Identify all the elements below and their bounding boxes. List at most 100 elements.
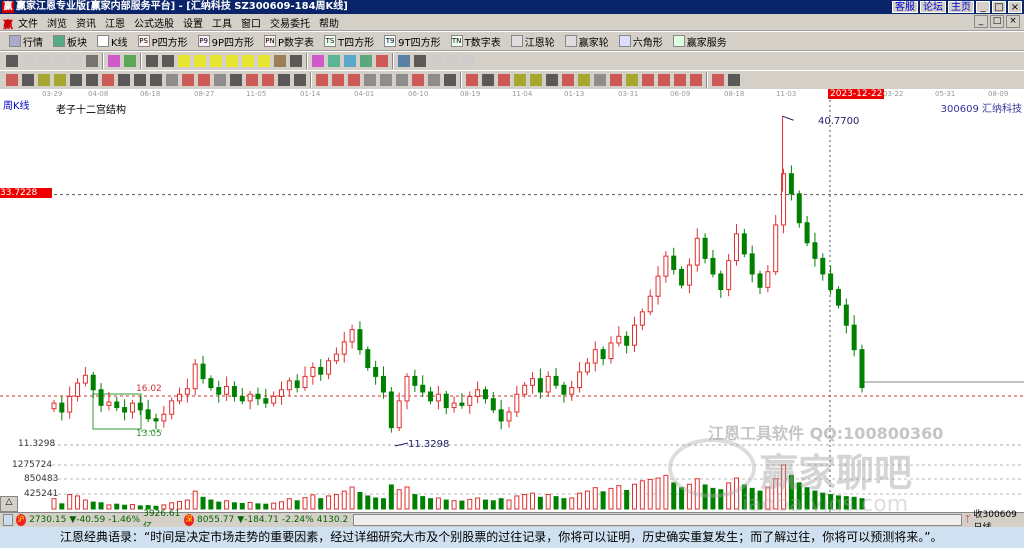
toggle-panel-button[interactable]: △ [0,496,18,512]
save-icon[interactable] [446,55,458,67]
angle-f-icon[interactable] [690,74,702,86]
n2-icon[interactable] [150,74,162,86]
square-icon[interactable] [214,74,226,86]
menu-news[interactable]: 资讯 [76,15,96,30]
menu-trade[interactable]: 交易委托 [270,15,310,30]
toolbar-button-p-number-table[interactable]: PN P数字表 [261,34,317,49]
grid-icon[interactable] [134,74,146,86]
menu-formula[interactable]: 公式选股 [134,15,174,30]
menu-file[interactable]: 文件 [18,15,38,30]
prev-icon[interactable] [178,55,190,67]
close-button[interactable]: × [1008,1,1022,13]
color-bar-icon[interactable] [124,55,136,67]
gold-2-icon[interactable] [54,74,66,86]
star-icon[interactable] [198,74,210,86]
fork-icon[interactable] [70,74,82,86]
period-select-icon[interactable] [6,55,18,67]
customer-service-link[interactable]: 客服 [892,1,918,13]
circle-icon[interactable] [118,74,130,86]
forum-link[interactable]: 论坛 [920,1,946,13]
toolbar-button-service[interactable]: 赢家服务 [670,34,730,49]
bars-icon[interactable] [466,74,478,86]
gold-b-icon[interactable] [594,74,606,86]
maximize-button[interactable]: □ [992,1,1006,13]
gann-3-icon[interactable] [242,55,254,67]
angle-b-icon[interactable] [626,74,638,86]
price-a-icon[interactable] [578,74,590,86]
calculator-icon[interactable] [3,514,14,526]
toolbar-button-kline[interactable]: K线 [94,34,131,49]
fan-3-icon[interactable] [364,74,376,86]
gann-5-icon[interactable] [274,55,286,67]
toolbar-button-winner-wheel[interactable]: 赢家轮 [562,34,612,49]
menu-settings[interactable]: 设置 [183,15,203,30]
toolbar-button-t-square[interactable]: TS T四方形 [321,34,377,49]
notes-icon[interactable] [430,55,442,67]
kline-chart[interactable]: 周K线 老子十二宫结构 300609 汇纳科技 33.7228 40.7700 … [0,100,1024,517]
angle-e-icon[interactable] [674,74,686,86]
pct-line-icon[interactable] [514,74,526,86]
zoom-out-icon[interactable] [22,55,34,67]
slope-icon[interactable] [482,74,494,86]
trend-icon[interactable] [344,55,356,67]
next-icon[interactable] [194,55,206,67]
chart-b-icon[interactable] [70,55,82,67]
section-icon[interactable] [360,55,372,67]
toolbar-button-hexagon[interactable]: 六角形 [616,34,666,49]
wave-icon[interactable] [396,74,408,86]
taiji-icon[interactable] [712,74,724,86]
h-line-icon[interactable] [294,74,306,86]
hash-icon[interactable] [22,74,34,86]
toolbar-button-9p-square[interactable]: P9 9P四方形 [195,34,257,49]
speed-icon[interactable] [562,74,574,86]
gann-6-icon[interactable] [290,55,302,67]
lines-icon[interactable] [444,74,456,86]
gold-line-icon[interactable] [546,74,558,86]
triangle-icon[interactable] [166,74,178,86]
menu-tools[interactable]: 工具 [212,15,232,30]
toolbar-button-quote[interactable]: 行情 [6,34,46,49]
pencil-icon[interactable] [102,74,114,86]
price-select-icon[interactable] [86,55,98,67]
gold-1-icon[interactable] [38,74,50,86]
gann-line-icon[interactable] [376,55,388,67]
angle-d-icon[interactable] [658,74,670,86]
chart-a-icon[interactable] [54,55,66,67]
menu-window[interactable]: 窗口 [241,15,261,30]
toolbar-button-9t-square[interactable]: T9 9T四方形 [381,34,443,49]
toolbar-button-p-square[interactable]: PS P四方形 [135,34,191,49]
hand-icon[interactable] [312,55,324,67]
menu-help[interactable]: 帮助 [319,15,339,30]
formula-icon[interactable] [108,55,120,67]
toolbar-button-sector[interactable]: 板块 [50,34,90,49]
fan-2-icon[interactable] [348,74,360,86]
gann-4-icon[interactable] [258,55,270,67]
toolbar-button-t-number-table[interactable]: TN T数字表 [448,34,504,49]
calculator-icon[interactable] [414,55,426,67]
target-icon[interactable] [182,74,194,86]
zoom-in-icon[interactable] [38,55,50,67]
angle-icon[interactable] [380,74,392,86]
red-grid-2-icon[interactable] [262,74,274,86]
fan-icon[interactable] [332,74,344,86]
angle-c-icon[interactable] [642,74,654,86]
parallel-icon[interactable] [230,74,242,86]
menu-gann[interactable]: 江恩 [105,15,125,30]
spiral-icon[interactable] [86,74,98,86]
crosshair-icon[interactable] [328,55,340,67]
last-icon[interactable] [162,55,174,67]
calendar-icon[interactable] [398,55,410,67]
child-restore-button[interactable]: □ [990,15,1004,28]
homepage-link[interactable]: 主页 [948,1,974,13]
angle-a-icon[interactable] [610,74,622,86]
gann-2-icon[interactable] [226,55,238,67]
pen-icon[interactable] [6,74,18,86]
truck-icon[interactable] [462,55,474,67]
box-icon[interactable] [278,74,290,86]
rect-icon[interactable] [316,74,328,86]
coin-icon[interactable] [530,74,542,86]
child-minimize-button[interactable]: _ [974,15,988,28]
red-grid-icon[interactable] [246,74,258,86]
percent-icon[interactable] [498,74,510,86]
menu-browse[interactable]: 浏览 [47,15,67,30]
